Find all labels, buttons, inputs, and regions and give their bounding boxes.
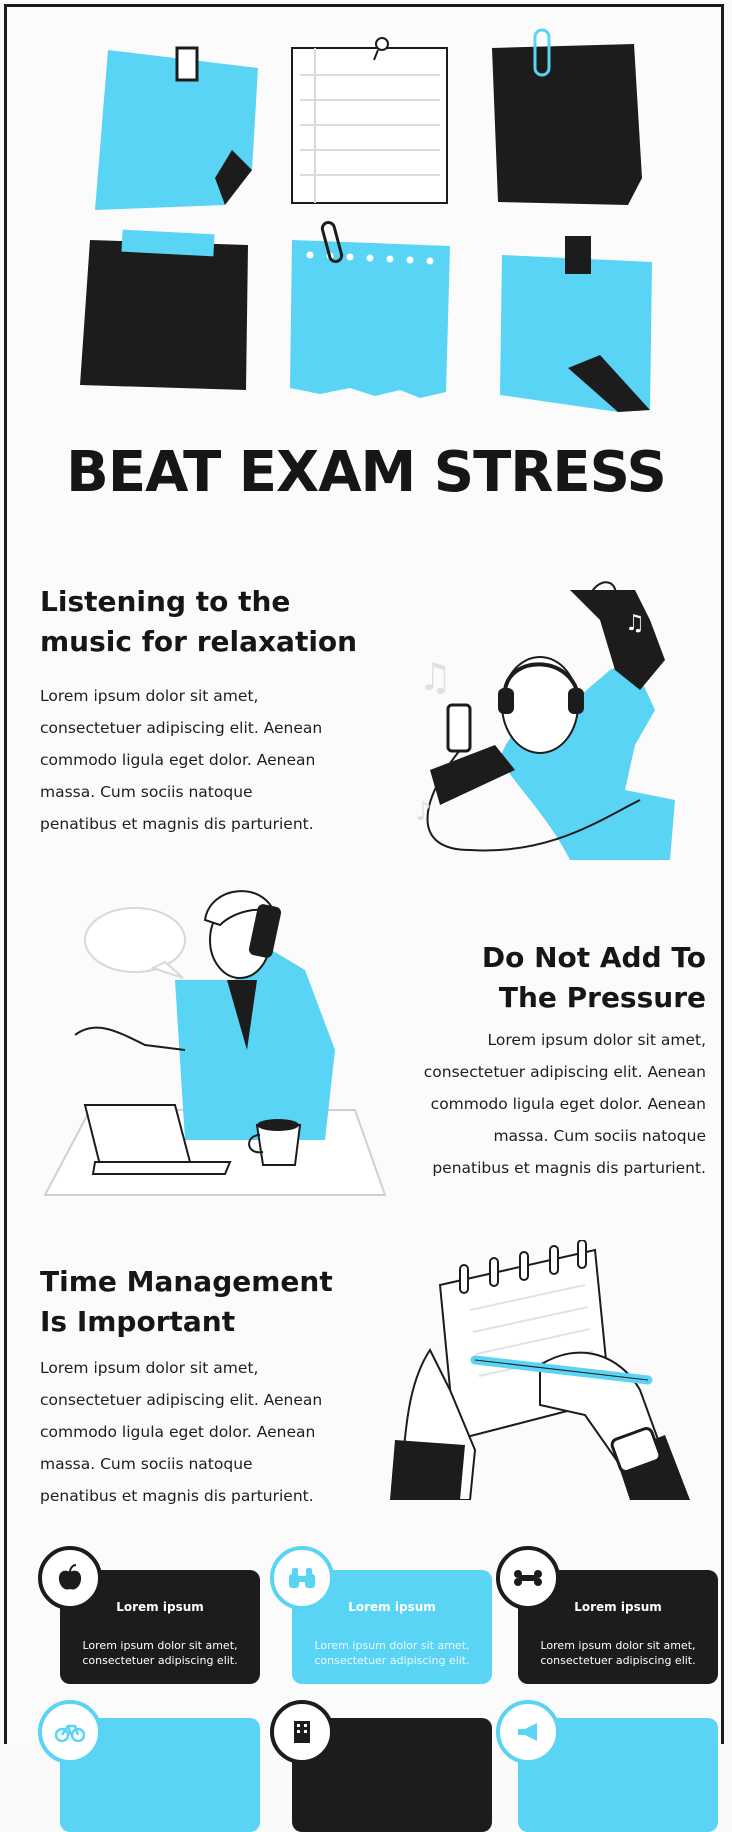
section-heading-time: Time Management Is Important [40,1265,333,1338]
megaphone-icon [496,1700,560,1764]
section-body-pressure: Lorem ipsum dolor sit amet, consectetuer… [423,1031,706,1177]
page-title: BEAT EXAM STRESS [66,440,667,505]
sticky-note-blue-torn [290,220,450,398]
bicycle-icon [38,1700,102,1764]
building-icon [270,1700,334,1764]
svg-text:♫: ♫ [418,655,452,699]
music-listener-illustration: ♫ ♪ ♫ [415,581,675,860]
bone-icon [496,1546,560,1610]
sticky-note-blue-1 [95,46,258,210]
section-heading-pressure: Do Not Add To The Pressure [481,941,706,1014]
section-body-music: Lorem ipsum dolor sit amet, consectetuer… [40,687,323,833]
sticky-note-black-2 [80,229,248,390]
svg-text:♪: ♪ [415,797,432,827]
sticky-note-blue-2 [500,236,652,412]
section-heading-music: Listening to the music for relaxation [40,585,358,658]
notebook-writing-illustration [390,1240,690,1500]
apple-icon [38,1546,102,1610]
svg-text:♫: ♫ [625,611,645,636]
binoculars-icon [270,1546,334,1610]
section-body-time: Lorem ipsum dolor sit amet, consectetuer… [40,1359,323,1505]
sticky-notes-illustration [80,28,652,412]
phone-call-illustration [43,890,387,1196]
sticky-note-black-1 [492,28,642,205]
sticky-note-lined [291,37,448,204]
